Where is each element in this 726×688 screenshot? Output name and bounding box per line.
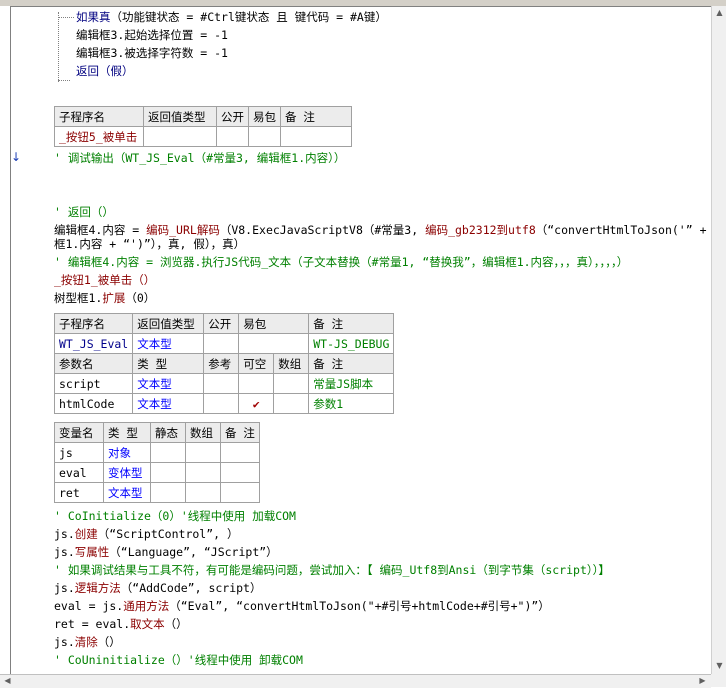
keyword-return: 返回 — [76, 64, 99, 78]
comment-line[interactable]: ' 编辑框4.内容 = 浏览器.执行JS代码_文本（子文本替换（#常量1, “替… — [54, 254, 628, 270]
variable-name[interactable]: eval — [54, 462, 104, 483]
scroll-down-icon[interactable]: ▼ — [713, 660, 726, 672]
code-line[interactable]: 如果真（功能键状态 = #Ctrl键状态 且 键代码 = #A键） — [76, 9, 387, 25]
comment-line[interactable]: ' CoInitialize（0）'线程中使用 加载COM — [54, 508, 296, 524]
param-name[interactable]: script — [53, 373, 134, 394]
flow-guide-line — [58, 12, 59, 82]
scroll-right-icon[interactable]: ▶ — [696, 675, 709, 687]
vertical-scrollbar[interactable]: ▲ ▼ — [711, 6, 726, 674]
comment-line[interactable]: ' 调试输出（WT_JS_Eval（#常量3, 编辑框1.内容）） — [54, 150, 345, 166]
code-line[interactable]: js.逻辑方法（“AddCode”, script） — [54, 580, 261, 596]
subroutine-table-2: 子程序名 返回值类型 公开 易包 备 注 WT_JS_Eval 文本型 WT-J… — [53, 313, 395, 414]
subroutine-name[interactable]: WT_JS_Eval — [53, 333, 134, 354]
code-line[interactable]: eval = js.通用方法（“Eval”, “convertHtmlToJso… — [54, 598, 550, 614]
scrollbar-corner — [711, 674, 726, 687]
window-top-edge — [0, 0, 726, 7]
code-line[interactable]: js.创建（“ScriptControl”, ） — [54, 526, 238, 542]
comment-line[interactable]: ' 返回（） — [54, 204, 114, 220]
variable-table: 变量名 类 型 静态 数组 备 注 js 对象 eval 变体型 ret 文本型 — [54, 422, 260, 503]
subroutine-name[interactable]: _按钮5_被单击 — [54, 126, 144, 147]
code-line[interactable]: js.写属性（“Language”, “JScript”） — [54, 544, 278, 560]
checkmark-icon[interactable]: ✔ — [238, 393, 275, 414]
line-gutter[interactable] — [0, 6, 11, 674]
flow-guide-branch — [58, 17, 74, 18]
flow-guide-end — [58, 80, 70, 81]
horizontal-scrollbar[interactable]: ◀ ▶ — [0, 674, 711, 688]
code-line-wrap[interactable]: 框1.内容 + “')”），真, 假），真） — [54, 236, 245, 252]
scroll-left-icon[interactable]: ◀ — [1, 675, 14, 687]
code-line[interactable]: 编辑框3.被选择字符数 = -1 — [76, 45, 228, 61]
code-line[interactable]: js.清除（） — [54, 634, 121, 650]
breakpoint-arrow-icon[interactable]: ↓ — [11, 150, 21, 164]
scroll-up-icon[interactable]: ▲ — [713, 7, 726, 19]
comment-line[interactable]: ' 如果调试结果与工具不符，有可能是编码问题，尝试加入：【 编码_Utf8到An… — [54, 562, 610, 578]
code-line[interactable]: 树型框1.扩展（0） — [54, 290, 155, 306]
param-name[interactable]: htmlCode — [53, 393, 134, 414]
keyword-if-true: 如果真 — [76, 10, 111, 24]
code-line[interactable]: _按钮1_被单击（） — [54, 272, 155, 288]
code-line[interactable]: 返回（假） — [76, 63, 134, 79]
subroutine-table-1: 子程序名 返回值类型 公开 易包 备 注 _按钮5_被单击 — [54, 106, 352, 147]
comment-line[interactable]: ' CoUninitialize（）'线程中使用 卸载COM — [54, 652, 303, 668]
code-line[interactable]: 编辑框3.起始选择位置 = -1 — [76, 27, 228, 43]
variable-name[interactable]: ret — [54, 482, 104, 503]
variable-name[interactable]: js — [54, 442, 104, 463]
code-line[interactable]: ret = eval.取文本（） — [54, 616, 188, 632]
